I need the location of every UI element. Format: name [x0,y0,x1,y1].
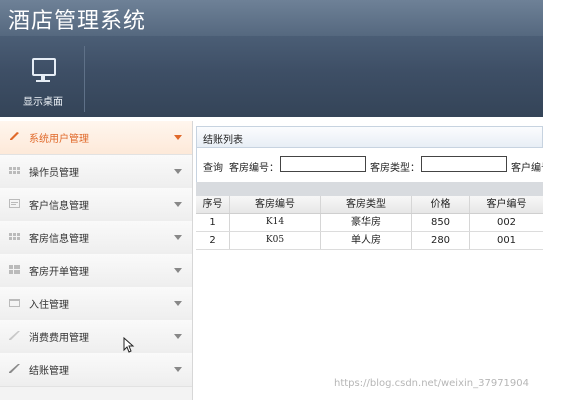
panel-header: 结账列表 [196,126,543,148]
app-title: 酒店管理系统 [8,9,147,34]
table-cell: 001 [496,235,517,246]
table-cell: 1 [196,214,230,231]
mouse-cursor-icon [123,337,135,353]
table-header: 序号 客房编号 客房类型 价格 客户编号 [196,196,543,214]
search-bar: 查询 客房编号： 客房类型： 客户编号 [196,148,551,182]
chevron-down-icon [174,235,182,240]
table-icon [9,265,20,274]
table-row[interactable]: 2 K05 单人房 280 001 [196,232,543,250]
grid-icon [9,233,20,240]
table-cell: 2 [196,232,230,249]
col-header[interactable]: 价格 [412,196,470,213]
sidebar-item-check-in[interactable]: 入住管理 [0,287,192,321]
right-margin [543,0,565,400]
sidebar-item-label: 结账管理 [29,366,69,377]
pen-icon [9,364,20,373]
room-type-label: 客房类型： [370,163,420,174]
chevron-down-icon [174,169,182,174]
watermark: https://blog.csdn.net/weixin_37971904 [334,378,530,389]
table-cell: K14 [230,214,321,231]
sidebar-item-label: 系统用户管理 [29,134,89,145]
room-no-label: 客房编号： [229,163,279,174]
table-cell: 280 [412,232,470,249]
room-type-input[interactable] [421,156,507,172]
col-header[interactable]: 客户编号 [470,196,543,213]
sidebar-item-room-info[interactable]: 客房信息管理 [0,221,192,255]
sidebar-item-checkout[interactable]: 结账管理 [0,353,192,387]
sidebar-item-room-billing[interactable]: 客房开单管理 [0,254,192,288]
show-desktop-label: 显示桌面 [23,97,63,108]
sidebar-item-label: 入住管理 [29,300,69,311]
col-header[interactable]: 序号 [196,196,230,213]
toolbar-band [196,182,543,196]
sidebar-item-label: 客户信息管理 [29,201,89,212]
room-no-input[interactable] [280,156,366,172]
panel-title: 结账列表 [203,135,243,146]
chevron-down-icon [174,202,182,207]
show-desktop-button[interactable]: 显示桌面 [2,40,84,115]
sidebar-item-label: 客房开单管理 [29,267,89,278]
sidebar-item-label: 消费费用管理 [29,333,89,344]
title-band: 酒店管理系统 [0,0,543,36]
chevron-down-icon [174,135,182,140]
app-header: 酒店管理系统 显示桌面 [0,0,543,117]
toolbar-divider [84,46,85,112]
grid-icon [9,167,20,174]
sidebar: 系统用户管理 操作员管理 客户信息管理 客房信息管理 客房开单管理 入住管理 消… [0,121,193,400]
table-cell: 850 [412,214,470,231]
col-header[interactable]: 客房类型 [321,196,412,213]
card-icon [9,199,20,208]
table-cell: 002 [496,217,517,228]
sidebar-item-label: 操作员管理 [29,168,79,179]
sidebar-item-system-users[interactable]: 系统用户管理 [0,121,192,155]
chevron-down-icon [174,268,182,273]
sidebar-item-operators[interactable]: 操作员管理 [0,155,192,189]
table-cell: 豪华房 [321,214,412,231]
sidebar-item-consumption[interactable]: 消费费用管理 [0,320,192,354]
table-cell: 单人房 [321,232,412,249]
table-cell: K05 [230,232,321,249]
table-row[interactable]: 1 K14 豪华房 850 002 [196,214,543,232]
chevron-down-icon [174,367,182,372]
calendar-icon [9,299,20,307]
query-label: 查询 [203,163,223,174]
pencil-icon [10,132,19,140]
chevron-down-icon [174,301,182,306]
pen-icon [9,331,20,340]
sidebar-item-customer-info[interactable]: 客户信息管理 [0,188,192,222]
col-header[interactable]: 客房编号 [230,196,321,213]
sidebar-item-label: 客房信息管理 [29,234,89,245]
checkout-panel: 结账列表 查询 客房编号： 客房类型： 客户编号 序号 客房编号 客房类型 价格… [196,126,551,400]
chevron-down-icon [174,334,182,339]
